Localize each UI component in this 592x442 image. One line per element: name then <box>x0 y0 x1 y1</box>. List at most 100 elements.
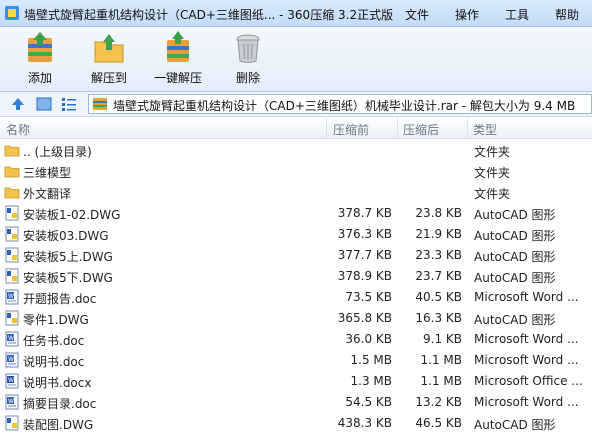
column-header: 名称 压缩前 压缩后 类型 <box>0 118 592 139</box>
file-packed-size: 1.3 MB <box>350 374 392 388</box>
menu-help[interactable]: 帮助 <box>555 6 579 23</box>
file-compressed-size: 1.1 MB <box>420 353 462 367</box>
folder-icon <box>4 184 20 200</box>
file-name: 外文翻译 <box>23 187 72 201</box>
title-bar: 墙壁式旋臂起重机结构设计（CAD+三维图纸... - 360压缩 3.2正式版 … <box>0 0 592 27</box>
file-type: AutoCAD 图形 <box>474 271 556 285</box>
file-type: Microsoft Office ... <box>474 374 583 388</box>
large-icon-view-icon[interactable] <box>36 96 52 112</box>
column-divider[interactable] <box>467 118 468 138</box>
word-doc-icon: W <box>4 352 20 368</box>
extract-to-label: 解压到 <box>90 71 127 85</box>
file-name: 开题报告.doc <box>23 292 97 306</box>
file-row[interactable]: W 任务书.doc 36.0 KB 9.1 KB Microsoft Word ... <box>0 329 592 350</box>
svg-text:W: W <box>8 335 14 342</box>
file-type: AutoCAD 图形 <box>474 418 556 432</box>
file-name: 装配图.DWG <box>23 418 94 432</box>
file-row[interactable]: 装配图.DWG 438.3 KB 46.5 KB AutoCAD 图形 <box>0 413 592 434</box>
file-compressed-size: 23.8 KB <box>415 206 462 220</box>
file-compressed-size: 23.7 KB <box>415 269 462 283</box>
svg-text:W: W <box>8 293 14 300</box>
file-name: 说明书.docx <box>23 376 92 390</box>
dwg-file-icon <box>4 310 20 326</box>
address-bar: 墙壁式旋臂起重机结构设计（CAD+三维图纸）机械毕业设计.rar - 解包大小为… <box>0 92 592 117</box>
file-name: 安装板03.DWG <box>23 229 109 243</box>
word-docx-icon: W <box>4 373 20 389</box>
address-field[interactable]: 墙壁式旋臂起重机结构设计（CAD+三维图纸）机械毕业设计.rar - 解包大小为… <box>88 94 592 114</box>
file-packed-size: 378.7 KB <box>337 206 392 220</box>
file-type: 文件夹 <box>474 187 511 201</box>
dwg-file-icon <box>4 415 20 431</box>
file-type: Microsoft Word ... <box>474 353 579 367</box>
file-type: 文件夹 <box>474 166 511 180</box>
svg-text:W: W <box>8 356 14 363</box>
file-row[interactable]: 三维模型 文件夹 <box>0 161 592 182</box>
file-name: .. (上级目录) <box>23 145 92 159</box>
file-name: 安装板5上.DWG <box>23 250 113 264</box>
file-compressed-size: 9.1 KB <box>423 332 462 346</box>
delete-label: 删除 <box>235 71 260 85</box>
file-type: Microsoft Word ... <box>474 290 579 304</box>
file-row[interactable]: 安装板03.DWG 376.3 KB 21.9 KB AutoCAD 图形 <box>0 224 592 245</box>
archive-path: 墙壁式旋臂起重机结构设计（CAD+三维图纸）机械毕业设计.rar - 解包大小为… <box>113 99 576 113</box>
add-button-label: 添加 <box>27 71 52 85</box>
file-name: 说明书.doc <box>23 355 85 369</box>
column-size[interactable]: 压缩后 <box>403 121 439 138</box>
file-compressed-size: 1.1 MB <box>420 374 462 388</box>
column-divider[interactable] <box>326 118 327 138</box>
file-packed-size: 438.3 KB <box>337 416 392 430</box>
file-compressed-size: 46.5 KB <box>415 416 462 430</box>
add-button[interactable]: 添加 <box>18 30 62 86</box>
file-name: 安装板5下.DWG <box>23 271 113 285</box>
word-doc-icon: W <box>4 289 20 305</box>
menu-operate[interactable]: 操作 <box>455 6 479 23</box>
file-type: Microsoft Word ... <box>474 332 579 346</box>
folder-icon <box>4 142 20 158</box>
window-title: 墙壁式旋臂起重机结构设计（CAD+三维图纸... - 360压缩 3.2正式版 <box>24 8 394 22</box>
file-row[interactable]: W 说明书.docx 1.3 MB 1.1 MB Microsoft Office ..… <box>0 371 592 392</box>
file-row[interactable]: 安装板5下.DWG 378.9 KB 23.7 KB AutoCAD 图形 <box>0 266 592 287</box>
file-packed-size: 36.0 KB <box>345 332 392 346</box>
file-row[interactable]: 安装板5上.DWG 377.7 KB 23.3 KB AutoCAD 图形 <box>0 245 592 266</box>
file-name: 零件1.DWG <box>23 313 89 327</box>
file-row[interactable]: 外文翻译 文件夹 <box>0 182 592 203</box>
svg-text:W: W <box>8 377 14 384</box>
one-click-extract-label: 一键解压 <box>153 71 202 85</box>
column-divider[interactable] <box>397 118 398 138</box>
file-type: AutoCAD 图形 <box>474 250 556 264</box>
word-doc-icon: W <box>4 331 20 347</box>
file-type: AutoCAD 图形 <box>474 208 556 222</box>
file-row[interactable]: 安装板1-02.DWG 378.7 KB 23.8 KB AutoCAD 图形 <box>0 203 592 224</box>
add-archive-icon <box>28 32 52 62</box>
one-click-extract-button[interactable]: 一键解压 <box>152 30 204 86</box>
column-name[interactable]: 名称 <box>6 121 30 138</box>
delete-button[interactable]: 删除 <box>228 30 268 86</box>
column-packed[interactable]: 压缩前 <box>333 121 369 138</box>
svg-text:W: W <box>8 398 14 405</box>
folder-icon <box>4 163 20 179</box>
file-packed-size: 365.8 KB <box>337 311 392 325</box>
file-row[interactable]: W 开题报告.doc 73.5 KB 40.5 KB Microsoft Word ..… <box>0 287 592 308</box>
archive-icon <box>93 98 107 110</box>
extract-to-button[interactable]: 解压到 <box>86 30 132 86</box>
column-type[interactable]: 类型 <box>473 121 497 138</box>
file-row[interactable]: W 说明书.doc 1.5 MB 1.1 MB Microsoft Word ... <box>0 350 592 371</box>
file-row[interactable]: W 摘要目录.doc 54.5 KB 13.2 KB Microsoft Word ..… <box>0 392 592 413</box>
file-packed-size: 1.5 MB <box>350 353 392 367</box>
file-packed-size: 54.5 KB <box>345 395 392 409</box>
file-packed-size: 378.9 KB <box>337 269 392 283</box>
file-row[interactable]: .. (上级目录) 文件夹 <box>0 140 592 161</box>
dwg-file-icon <box>4 268 20 284</box>
dwg-file-icon <box>4 205 20 221</box>
file-name: 安装板1-02.DWG <box>23 208 121 222</box>
trash-icon <box>236 34 260 63</box>
menu-tools[interactable]: 工具 <box>505 6 529 23</box>
menu-file[interactable]: 文件 <box>405 6 429 23</box>
file-type: AutoCAD 图形 <box>474 229 556 243</box>
file-row[interactable]: 零件1.DWG 365.8 KB 16.3 KB AutoCAD 图形 <box>0 308 592 329</box>
up-arrow-icon[interactable] <box>10 96 26 112</box>
extract-to-icon <box>94 34 124 63</box>
list-view-icon[interactable] <box>61 96 77 112</box>
file-packed-size: 73.5 KB <box>345 290 392 304</box>
file-type: 文件夹 <box>474 145 511 159</box>
